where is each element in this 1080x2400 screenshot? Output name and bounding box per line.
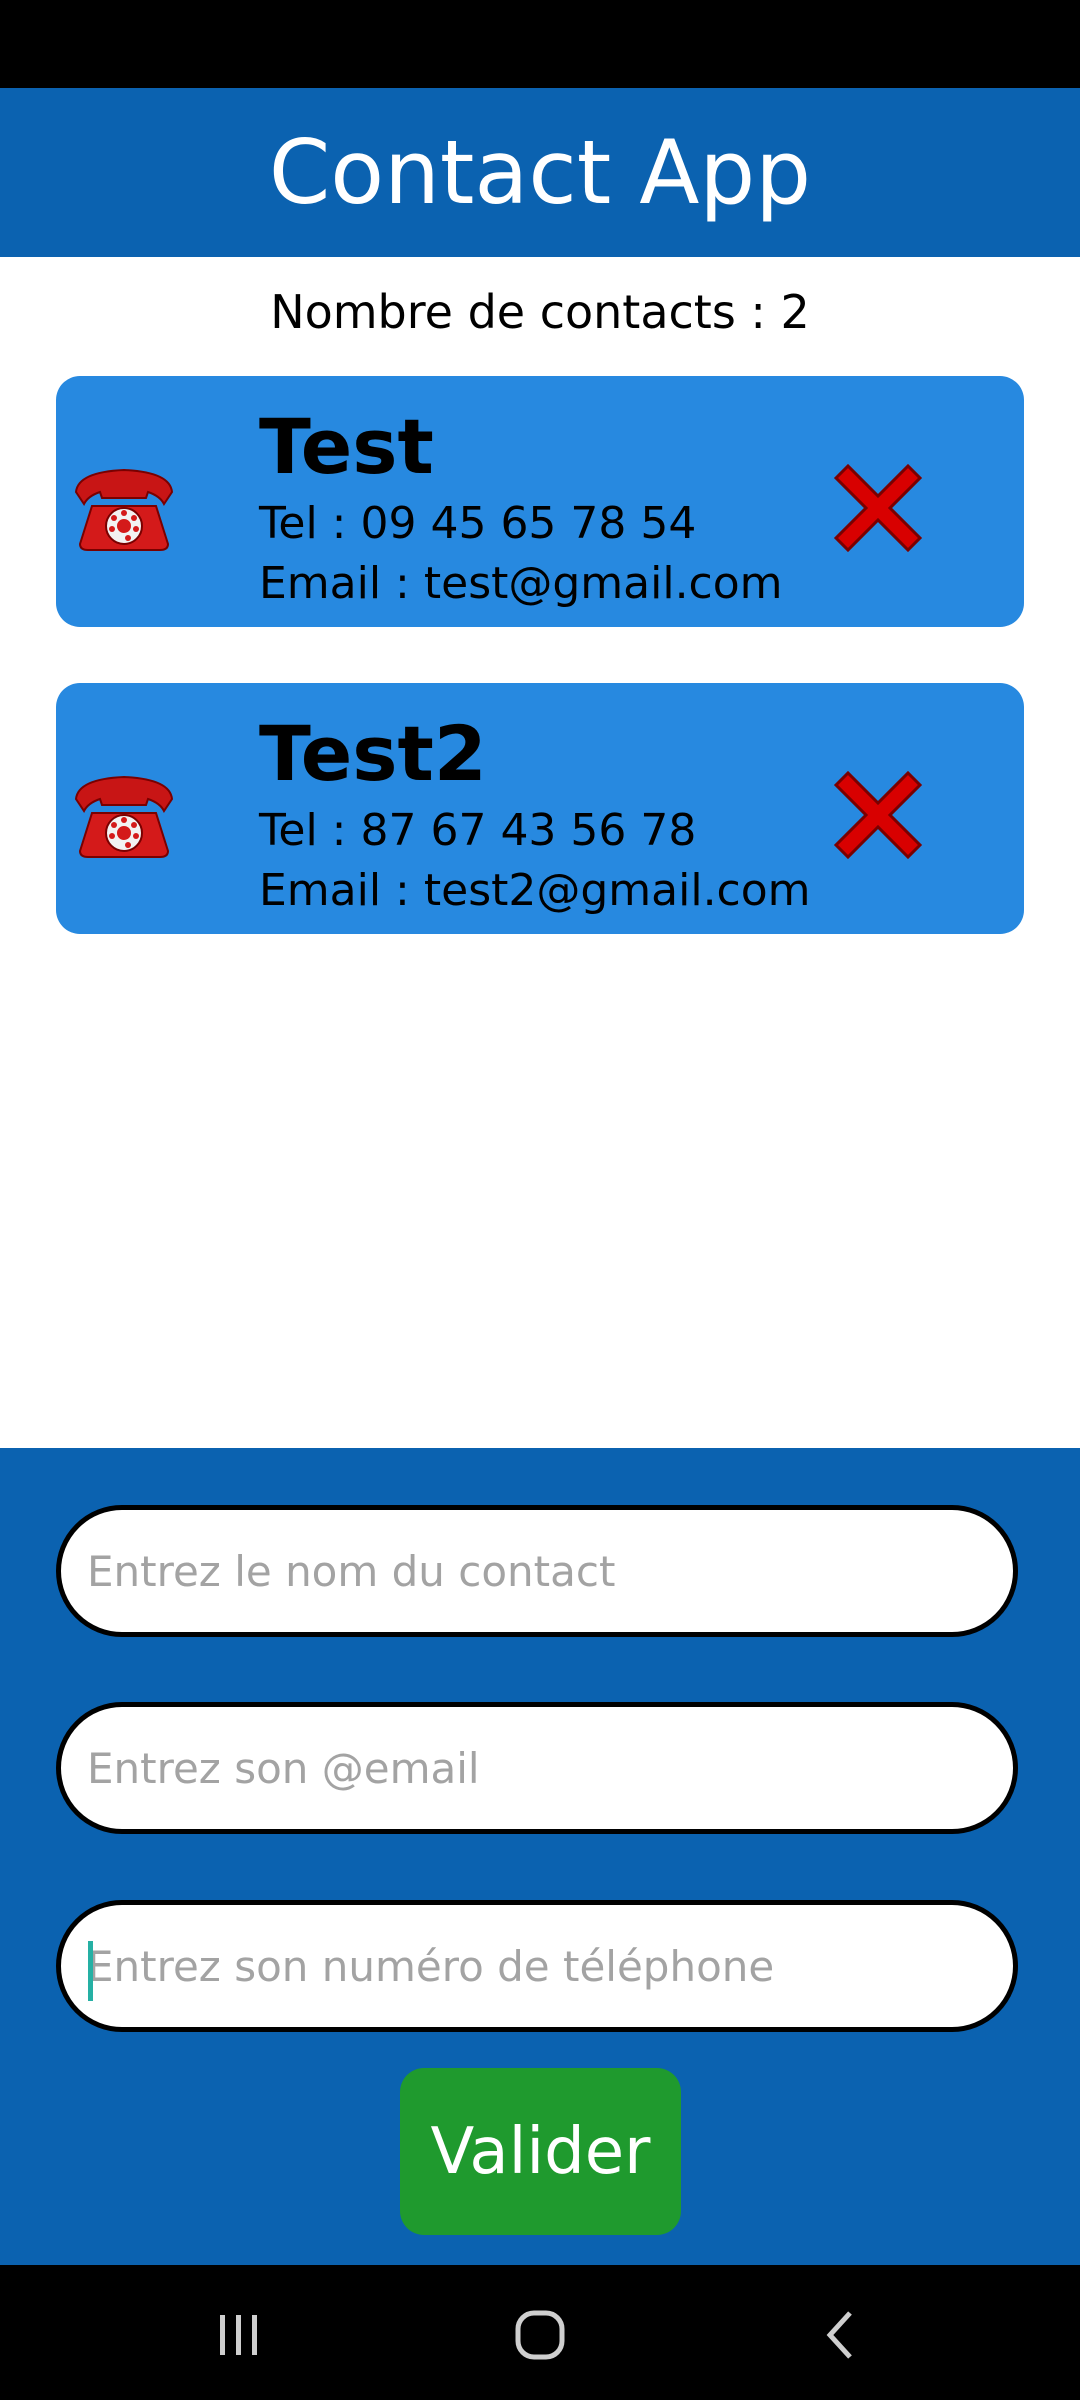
- app-header: Contact App: [0, 88, 1080, 257]
- delete-contact-cross-icon[interactable]: [826, 456, 930, 560]
- home-icon[interactable]: [510, 2305, 570, 2365]
- back-icon[interactable]: [812, 2305, 872, 2365]
- contact-email: Email : test2@gmail.com: [259, 865, 811, 916]
- contact-phone-input[interactable]: [85, 1940, 1013, 1992]
- validate-button[interactable]: Valider: [400, 2068, 681, 2235]
- app-title: Contact App: [268, 121, 812, 224]
- contact-name-field[interactable]: [56, 1505, 1018, 1637]
- contact-card: Test2 Tel : 87 67 43 56 78 Email : test2…: [56, 683, 1024, 934]
- contact-phone: Tel : 09 45 65 78 54: [259, 498, 697, 549]
- contact-email: Email : test@gmail.com: [259, 558, 783, 609]
- contact-phone-field[interactable]: [56, 1900, 1018, 2032]
- contact-name: Test: [259, 402, 434, 491]
- telephone-icon: [74, 775, 174, 858]
- recent-apps-icon[interactable]: [208, 2305, 268, 2365]
- navigation-bar: [0, 2265, 1080, 2400]
- contact-email-input[interactable]: [85, 1742, 1013, 1794]
- telephone-icon: [74, 468, 174, 551]
- contact-card: Test Tel : 09 45 65 78 54 Email : test@g…: [56, 376, 1024, 627]
- text-cursor: [88, 1941, 93, 2001]
- contact-phone: Tel : 87 67 43 56 78: [259, 805, 697, 856]
- contact-count: Nombre de contacts : 2: [270, 285, 810, 339]
- delete-contact-cross-icon[interactable]: [826, 763, 930, 867]
- contact-name: Test2: [259, 709, 487, 798]
- contact-name-input[interactable]: [85, 1545, 1013, 1597]
- contact-email-field[interactable]: [56, 1702, 1018, 1834]
- status-bar: [0, 0, 1080, 88]
